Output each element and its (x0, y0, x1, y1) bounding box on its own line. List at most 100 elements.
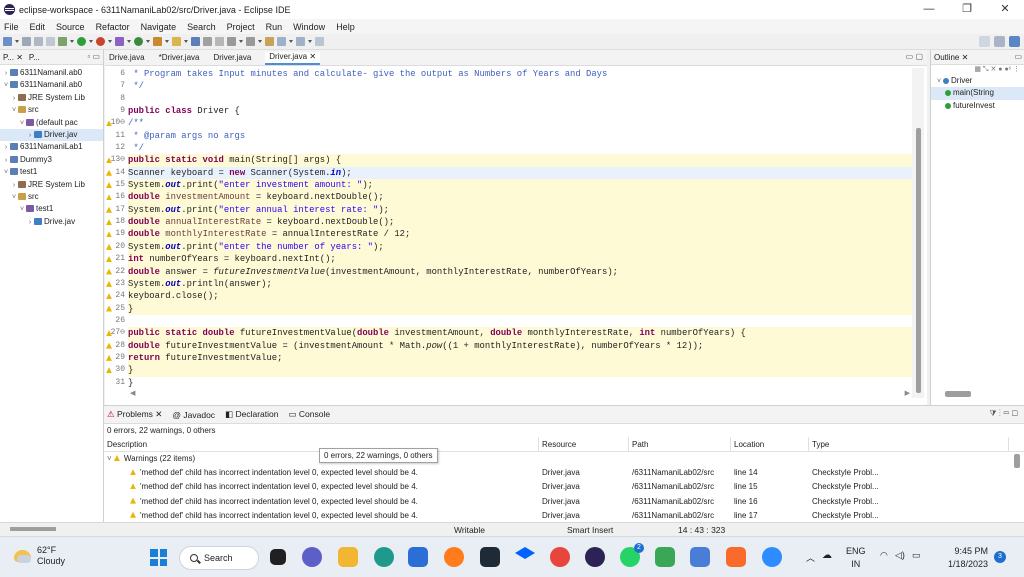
new-icon[interactable] (3, 37, 12, 46)
expand-arrow-icon[interactable]: › (26, 217, 34, 228)
tab-project-explorer[interactable]: P... (29, 53, 40, 62)
back-dropdown-icon[interactable] (289, 37, 293, 46)
scroll-right-icon[interactable]: ▶ (905, 389, 910, 397)
next-annotation-icon[interactable] (227, 37, 236, 46)
outline-scroll-thumb[interactable] (945, 391, 971, 397)
expand-arrow-icon[interactable]: ˅ (935, 76, 943, 87)
filter-icon[interactable]: ⧩ ⋮ ▭ ▢ (989, 409, 1018, 419)
run-icon[interactable] (77, 37, 86, 46)
forward-dropdown-icon[interactable] (308, 37, 312, 46)
problem-row[interactable]: 'method def' child has incorrect indenta… (104, 509, 1024, 523)
expand-arrow-icon[interactable]: ˅ (18, 204, 26, 215)
code-line[interactable]: double answer = futureInvestmentValue(in… (128, 266, 914, 278)
tab-problems[interactable]: ⚠ Problems ✕ (107, 409, 162, 420)
tree-item[interactable]: ˅test1 (0, 203, 103, 215)
expand-arrow-icon[interactable]: ˅ (2, 167, 10, 178)
code-line[interactable]: public class Driver { (128, 105, 914, 117)
tree-item[interactable]: ˅test1 (0, 166, 103, 178)
expand-arrow-icon[interactable]: ˅ (10, 105, 18, 116)
external-tools-icon[interactable] (96, 37, 105, 46)
tree-item[interactable]: ›6311Namanil.ab0 (0, 67, 103, 79)
new-class-dropdown-icon[interactable] (146, 37, 150, 46)
code-line[interactable]: * @param args no args (128, 130, 914, 142)
col-path[interactable]: Path (629, 437, 731, 451)
code-line[interactable]: * Program takes Input minutes and calcul… (128, 68, 914, 80)
debug-dropdown-icon[interactable] (70, 37, 74, 46)
open-type-icon[interactable] (153, 37, 162, 46)
problem-row[interactable]: 'method def' child has incorrect indenta… (104, 495, 1024, 509)
prev-annotation-icon[interactable] (246, 37, 255, 46)
firefox-icon[interactable] (444, 547, 464, 567)
outline-item[interactable]: futureInvest (931, 100, 1024, 112)
code-line[interactable]: /** (128, 117, 914, 129)
open-type-dropdown-icon[interactable] (165, 37, 169, 46)
menu-search[interactable]: Search (187, 22, 216, 32)
col-resource[interactable]: Resource (539, 437, 629, 451)
new-java-dropdown-icon[interactable] (127, 37, 131, 46)
menu-edit[interactable]: Edit (30, 22, 46, 32)
battery-icon[interactable]: ▭ (912, 550, 921, 561)
whitespace-icon[interactable] (215, 37, 224, 46)
menu-window[interactable]: Window (293, 22, 325, 32)
code-line[interactable]: Scanner keyboard = new Scanner(System.in… (128, 167, 914, 179)
col-location[interactable]: Location (731, 437, 809, 451)
code-editor[interactable]: * Program takes Input minutes and calcul… (128, 68, 914, 398)
onedrive-icon[interactable]: ☁ (822, 550, 832, 561)
expand-arrow-icon[interactable]: › (26, 130, 34, 141)
task-view-icon[interactable] (270, 549, 286, 565)
code-line[interactable]: } (128, 303, 914, 315)
taskbar-search[interactable]: Search (179, 546, 259, 570)
last-edit-icon[interactable] (265, 37, 274, 46)
view-menu-icon[interactable]: ▫ ▭ (87, 52, 100, 61)
tree-item[interactable]: ›JRE System Lib (0, 92, 103, 104)
status-insert-mode[interactable]: Smart Insert (567, 525, 613, 535)
back-icon[interactable] (277, 37, 286, 46)
external-tools-dropdown-icon[interactable] (108, 37, 112, 46)
tab-drive-java[interactable]: Drive.java (109, 53, 145, 65)
expand-arrow-icon[interactable]: ˅ (10, 192, 18, 203)
tab-driver-java-active[interactable]: Driver.java ✕ (265, 52, 320, 65)
save-all-icon[interactable] (34, 37, 43, 46)
code-line[interactable] (128, 315, 914, 327)
app-green-icon[interactable] (655, 547, 675, 567)
search-perspective-icon[interactable] (979, 36, 990, 47)
toggle-mark-icon[interactable] (191, 37, 200, 46)
new-class-icon[interactable] (134, 37, 143, 46)
java-perspective-icon[interactable] (1009, 36, 1020, 47)
problems-scroll-thumb[interactable] (1014, 454, 1020, 468)
wifi-icon[interactable]: ◠ (880, 550, 888, 561)
menu-navigate[interactable]: Navigate (141, 22, 177, 32)
tree-item[interactable]: ˅src (0, 104, 103, 116)
editor-horizontal-scrollbar[interactable]: ◀ ▶ (128, 391, 912, 400)
forward-icon[interactable] (296, 37, 305, 46)
outline-view-menu-icon[interactable]: ▭ (1014, 52, 1022, 61)
scroll-left-icon[interactable]: ◀ (130, 389, 135, 397)
code-line[interactable]: } (128, 377, 914, 389)
tree-item[interactable]: ›Driver.jav (0, 129, 103, 141)
outline-item[interactable]: main(String (931, 87, 1024, 99)
start-button[interactable] (150, 549, 167, 566)
code-line[interactable] (128, 93, 914, 105)
tree-item[interactable]: ˅(default pac (0, 117, 103, 129)
menu-project[interactable]: Project (227, 22, 255, 32)
volume-icon[interactable]: ◁) (895, 550, 905, 561)
problem-row[interactable]: 'method def' child has incorrect indenta… (104, 480, 1024, 494)
menu-refactor[interactable]: Refactor (96, 22, 130, 32)
code-line[interactable]: public static void main(String[] args) { (128, 154, 914, 166)
amazon-icon[interactable] (480, 547, 500, 567)
maximize-button[interactable]: ❐ (948, 0, 986, 19)
expand-arrow-icon[interactable]: › (2, 142, 10, 153)
next-annotation-dropdown-icon[interactable] (239, 37, 243, 46)
prev-annotation-dropdown-icon[interactable] (258, 37, 262, 46)
code-line[interactable]: System.out.println(answer); (128, 278, 914, 290)
app-blue-icon[interactable] (690, 547, 710, 567)
notification-badge[interactable]: 3 (994, 551, 1006, 563)
debug-icon[interactable] (58, 37, 67, 46)
tab-declaration[interactable]: ◧ Declaration (225, 409, 278, 420)
outline-toolbar[interactable]: ▦ ⤡ ✕ ● ●ˢ ⋮ (931, 65, 1024, 75)
zoom-icon[interactable] (762, 547, 782, 567)
menu-run[interactable]: Run (266, 22, 283, 32)
code-line[interactable]: return futureInvestmentValue; (128, 352, 914, 364)
minimize-button[interactable]: — (910, 0, 948, 19)
code-line[interactable]: double monthlyInterestRate = annualInter… (128, 228, 914, 240)
